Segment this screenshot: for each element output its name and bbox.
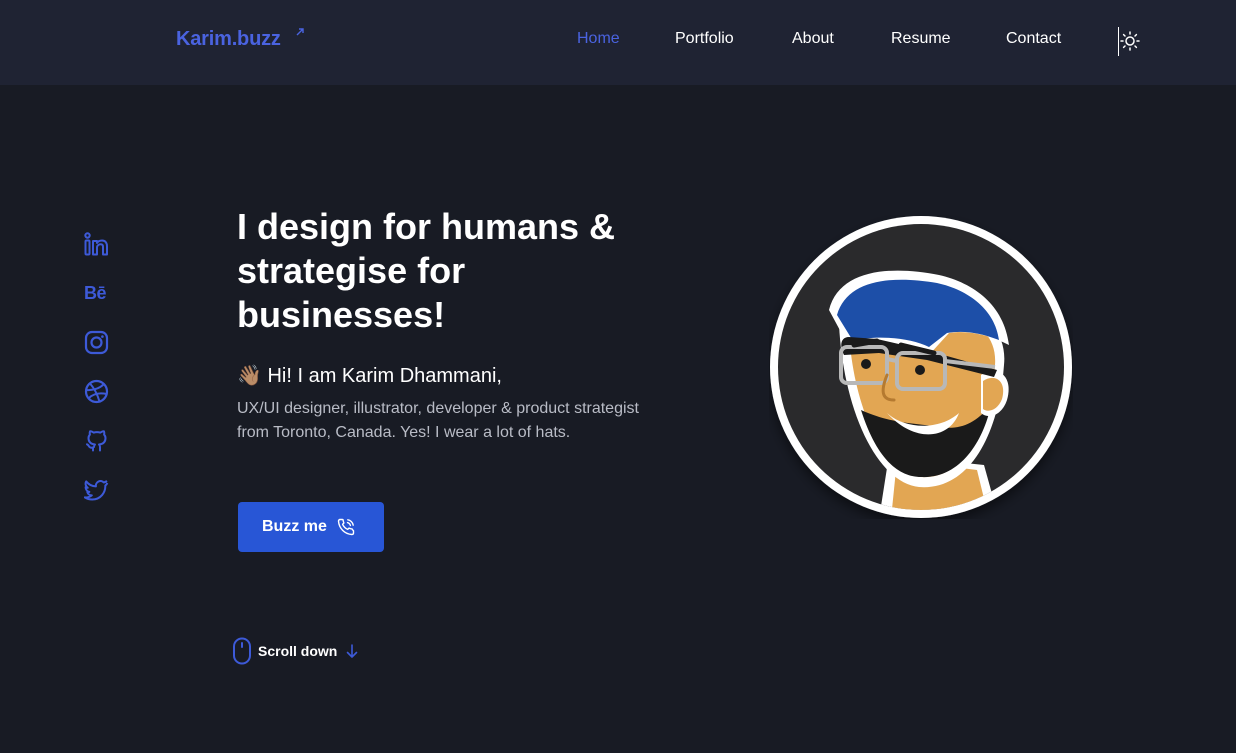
- github-icon[interactable]: [84, 428, 109, 453]
- greeting: 👋🏽 Hi! I am Karim Dhammani,: [237, 363, 502, 388]
- divider: [1118, 27, 1119, 56]
- nav-portfolio[interactable]: Portfolio: [675, 30, 734, 48]
- avatar-illustration: [770, 216, 1072, 518]
- mouse-icon: [233, 637, 251, 665]
- nav-resume[interactable]: Resume: [891, 30, 951, 48]
- buzz-me-button[interactable]: Buzz me: [238, 502, 384, 552]
- wave-emoji: 👋🏽: [237, 365, 262, 387]
- nav-contact[interactable]: Contact: [1006, 30, 1061, 48]
- buzz-me-label: Buzz me: [262, 518, 327, 535]
- dribbble-icon[interactable]: [84, 379, 109, 404]
- instagram-icon[interactable]: [84, 330, 109, 355]
- phone-icon: [337, 518, 355, 536]
- linkedin-icon[interactable]: [84, 232, 109, 257]
- logo[interactable]: Karim.buzz: [176, 28, 281, 51]
- behance-glyph: Bē: [84, 283, 107, 303]
- hero-description: UX/UI designer, illustrator, developer &…: [237, 400, 639, 441]
- nav-home[interactable]: Home: [577, 30, 620, 48]
- greeting-text: Hi! I am Karim Dhammani,: [267, 365, 502, 387]
- sun-icon[interactable]: [1120, 31, 1140, 51]
- scroll-down-link[interactable]: Scroll down: [232, 637, 359, 665]
- twitter-icon[interactable]: [84, 477, 109, 502]
- behance-icon[interactable]: Bē: [84, 281, 109, 306]
- external-arrow-icon: [296, 28, 304, 36]
- nav-about[interactable]: About: [792, 30, 834, 48]
- site-header: Karim.buzz Home Portfolio About Resume C…: [0, 0, 1236, 85]
- avatar: [769, 215, 1073, 519]
- scroll-down-label: Scroll down: [258, 643, 338, 659]
- hero-headline: I design for humans & strategise for bus…: [237, 206, 616, 335]
- arrow-down-icon: [347, 644, 358, 658]
